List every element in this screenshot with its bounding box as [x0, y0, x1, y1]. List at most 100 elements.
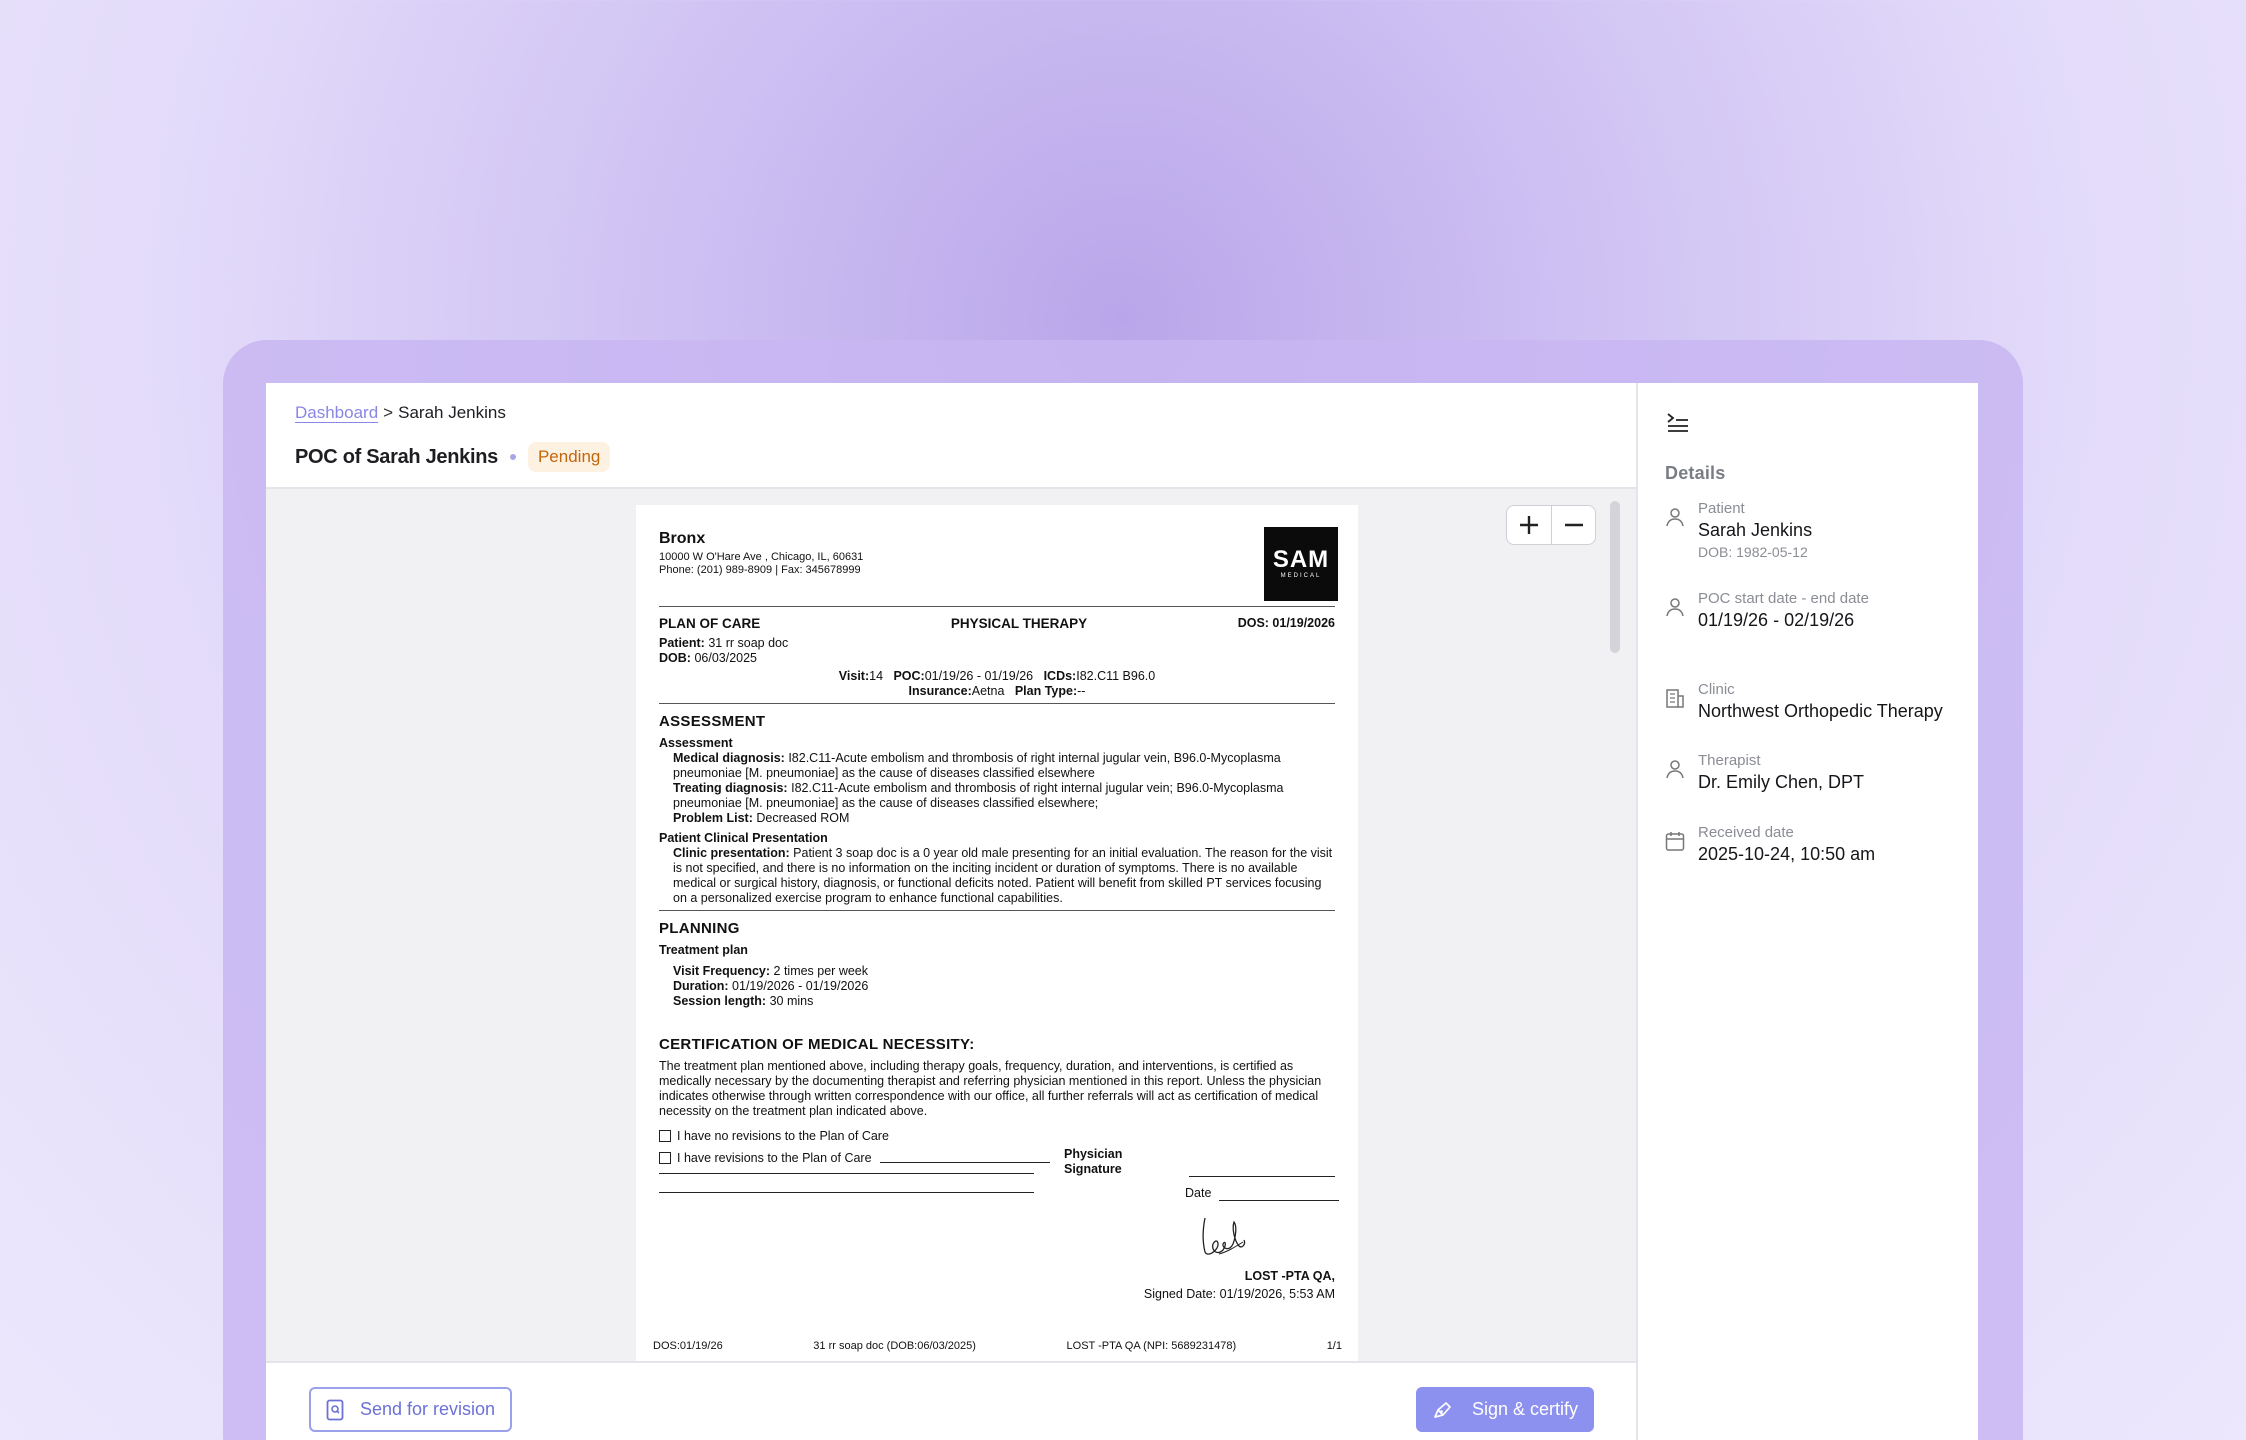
- calendar-icon: [1665, 832, 1685, 851]
- problem-list: Problem List: Decreased ROM: [659, 811, 1335, 826]
- divider: [659, 702, 1335, 704]
- document-page: Bronx 10000 W O'Hare Ave , Chicago, IL, …: [636, 505, 1358, 1361]
- doc-discipline: PHYSICAL THERAPY: [950, 615, 1088, 631]
- signature-line: [1188, 1167, 1335, 1177]
- zoom-controls: [1506, 505, 1596, 545]
- revision-line: [659, 1191, 1034, 1193]
- send-for-revision-label: Send for revision: [359, 1399, 496, 1419]
- doc-insurance-line: Insurance:Aetna Plan Type:--: [659, 684, 1335, 699]
- icds-value: I82.C11 B96.0: [1076, 668, 1156, 683]
- collapse-panel-button[interactable]: [1666, 411, 1690, 438]
- doc-title-row: PLAN OF CARE PHYSICAL THERAPY DOS: 01/19…: [659, 616, 1335, 632]
- has-revisions-label: I have revisions to the Plan of Care: [677, 1150, 872, 1165]
- visit-value: 14: [869, 668, 884, 683]
- breadcrumb-current: Sarah Jenkins: [398, 403, 506, 422]
- scrollbar-thumb[interactable]: [1610, 501, 1620, 653]
- plan-type-value: --: [1077, 683, 1086, 698]
- sign-and-certify-label: Sign & certify: [1471, 1399, 1579, 1419]
- duration: Duration: 01/19/2026 - 01/19/2026: [659, 979, 1335, 994]
- doc-phone: Phone: (201) 989-8909 | Fax: 345678999: [659, 564, 861, 577]
- signature-area: I have no revisions to the Plan of Care …: [659, 1129, 1340, 1319]
- therapist-value: Dr. Emily Chen, DPT: [1698, 772, 1865, 792]
- divider: [659, 909, 1335, 911]
- doc-clinic-name: Bronx: [659, 530, 706, 547]
- physician-signature-label: Physician Signature: [1064, 1146, 1123, 1176]
- detail-clinic: Clinic Northwest Orthopedic Therapy: [1664, 681, 1943, 722]
- details-title: Details: [1665, 463, 1726, 483]
- dob-label: DOB:: [659, 650, 691, 665]
- visit-frequency-label: Visit Frequency:: [673, 963, 771, 978]
- logo-main-text: SAM: [1272, 545, 1330, 573]
- visit-label: Visit:: [838, 668, 870, 683]
- has-revisions-row: I have revisions to the Plan of Care: [659, 1151, 1050, 1166]
- no-revisions-row: I have no revisions to the Plan of Care: [659, 1129, 889, 1144]
- received-date-value: 2025-10-24, 10:50 am: [1698, 844, 1876, 864]
- poc-dates-label: POC start date - end date: [1698, 590, 1869, 607]
- revision-line: [879, 1153, 1050, 1164]
- planning-section-title: PLANNING: [659, 919, 740, 937]
- patient-name: Sarah Jenkins: [1698, 520, 1813, 540]
- patient-value: 31 rr soap doc: [708, 635, 789, 650]
- plan-type-label: Plan Type:: [1014, 683, 1078, 698]
- no-revisions-checkbox[interactable]: [659, 1130, 671, 1143]
- clinic-logo: SAM MEDICAL: [1264, 527, 1338, 601]
- duration-value: 01/19/2026 - 01/19/2026: [732, 978, 869, 993]
- footer-patient: 31 rr soap doc (DOB:06/03/2025): [813, 1339, 976, 1352]
- treatment-plan-subtitle: Treatment plan: [659, 942, 748, 957]
- no-revisions-label: I have no revisions to the Plan of Care: [677, 1128, 889, 1143]
- breadcrumb-dashboard-link[interactable]: Dashboard: [295, 403, 378, 423]
- has-revisions-checkbox[interactable]: [659, 1152, 671, 1165]
- clinic-value: Northwest Orthopedic Therapy: [1698, 701, 1943, 721]
- certification-text: The treatment plan mentioned above, incl…: [659, 1058, 1322, 1118]
- session-length-value: 30 mins: [769, 993, 814, 1008]
- footer-provider: LOST -PTA QA (NPI: 5689231478): [1066, 1339, 1237, 1352]
- visit-frequency-value: 2 times per week: [773, 963, 868, 978]
- date-row: Date: [1185, 1186, 1340, 1201]
- footer-page: 1/1: [1326, 1339, 1342, 1352]
- medical-diagnosis: Medical diagnosis: I82.C11-Acute embolis…: [659, 751, 1335, 781]
- icds-label: ICDs:: [1043, 668, 1077, 683]
- document-viewer[interactable]: Bronx 10000 W O'Hare Ave , Chicago, IL, …: [266, 489, 1636, 1361]
- patient-label: Patient: [1698, 500, 1745, 517]
- received-date-label: Received date: [1698, 824, 1794, 841]
- certification-section-title: CERTIFICATION OF MEDICAL NECESSITY:: [659, 1035, 975, 1053]
- treating-diagnosis: Treating diagnosis: I82.C11-Acute emboli…: [659, 781, 1335, 811]
- poc-value: 01/19/26 - 01/19/26: [924, 668, 1034, 683]
- user-icon: [1666, 508, 1684, 527]
- session-length-label: Session length:: [673, 993, 767, 1008]
- poc-dates-value: 01/19/26 - 02/19/26: [1698, 610, 1855, 630]
- detail-received-date: Received date 2025-10-24, 10:50 am: [1664, 824, 1875, 865]
- detail-patient: Patient Sarah Jenkins DOB: 1982-05-12: [1664, 500, 1812, 560]
- sign-and-certify-button[interactable]: Sign & certify: [1416, 1387, 1594, 1432]
- doc-footer: DOS:01/19/26 31 rr soap doc (DOB:06/03/2…: [653, 1340, 1342, 1353]
- page-title: POC of Sarah Jenkins: [295, 445, 498, 468]
- zoom-out-button[interactable]: [1551, 506, 1595, 544]
- assessment-subtitle: Assessment: [659, 735, 733, 750]
- document-scrollbar[interactable]: [1610, 501, 1620, 1351]
- breadcrumb-separator: >: [383, 403, 394, 422]
- details-panel: Details Patient Sarah Jenkins DOB: 1982-…: [1636, 383, 1978, 1440]
- footer-dos: DOS:01/19/26: [653, 1339, 723, 1352]
- problem-list-label: Problem List:: [673, 810, 753, 825]
- doc-patient-line: Patient: 31 rr soap doc: [659, 636, 1335, 651]
- doc-visit-line: Visit:14 POC:01/19/26 - 01/19/26 ICDs:I8…: [659, 669, 1335, 684]
- handwritten-signature: [1202, 1217, 1246, 1255]
- physician-signature-row: Physician Signature: [1064, 1147, 1335, 1177]
- doc-dos: DOS: 01/19/2026: [1237, 615, 1335, 630]
- user-icon: [1666, 598, 1684, 617]
- treating-dx-label: Treating diagnosis:: [673, 780, 788, 795]
- dob-value: 06/03/2025: [694, 650, 757, 665]
- clinic-label: Clinic: [1698, 681, 1735, 698]
- app-window: Dashboard > Sarah Jenkins POC of Sarah J…: [266, 383, 1978, 1440]
- send-for-revision-button[interactable]: Send for revision: [309, 1387, 512, 1432]
- title-row: POC of Sarah Jenkins Pending: [295, 442, 611, 472]
- logo-sub-text: MEDICAL: [1280, 572, 1322, 579]
- zoom-in-button[interactable]: [1507, 506, 1551, 544]
- document-icon: [326, 1399, 344, 1420]
- breadcrumb: Dashboard > Sarah Jenkins: [295, 403, 506, 423]
- insurance-label: Insurance:: [908, 683, 972, 698]
- signer-name: LOST -PTA QA,: [1244, 1268, 1335, 1283]
- doc-address: 10000 W O'Hare Ave , Chicago, IL, 60631: [659, 551, 864, 564]
- clinic-presentation-label: Clinic presentation:: [673, 845, 790, 860]
- patient-label: Patient:: [659, 635, 705, 650]
